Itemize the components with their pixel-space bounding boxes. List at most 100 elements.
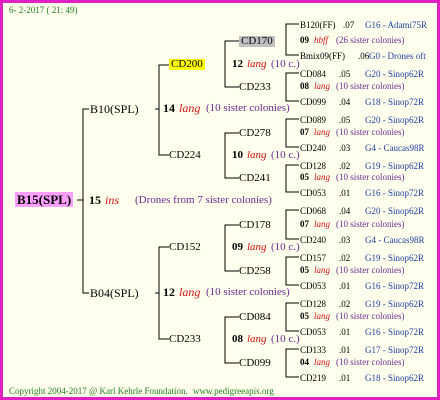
gen3-note: (10 sister colonies): [336, 265, 405, 275]
gen2-name[interactable]: CD224: [169, 150, 201, 161]
gen4-line: G16 - Sinop72R: [365, 281, 425, 291]
gen2-race: lang: [247, 241, 267, 253]
gen4-line: G16 - Sinop72R: [365, 327, 425, 337]
gen4-line: G16 - Adami75R: [365, 20, 427, 30]
gen3-note: (10 sister colonies): [336, 81, 405, 91]
gen4-name[interactable]: CD128: [300, 162, 326, 171]
gen2-note: (10 c.): [271, 241, 300, 253]
gen1-race: lang: [179, 101, 201, 115]
gen4-line: G20 - Sinop62R: [365, 206, 425, 216]
gen2-name[interactable]: CD233: [169, 334, 201, 345]
gen2-note: (10 c.): [271, 149, 300, 161]
gen4-line: G20 - Sinop62R: [365, 115, 425, 125]
gen4-name[interactable]: B120(FF): [300, 21, 336, 30]
gen3-race: hbff: [314, 35, 329, 45]
gen3-number: 04: [300, 357, 309, 367]
gen4-year: .03: [339, 235, 351, 245]
gen4-year: .05: [339, 69, 351, 79]
gen1-note: (10 sister colonies): [206, 286, 290, 298]
gen4-year: .03: [339, 143, 351, 153]
gen1-name[interactable]: B04(SPL): [90, 287, 139, 299]
gen3-note: (10 sister colonies): [336, 311, 405, 321]
gen3-race: lang: [314, 357, 331, 367]
gen4-year: .01: [339, 281, 351, 291]
gen4-line: G4 - Caucas98R: [365, 235, 425, 245]
gen2-number: 08: [232, 333, 243, 345]
gen3-name[interactable]: CD170: [239, 36, 275, 47]
footer-copyright: Copyright 2004-2017 @ Karl Kehrle Founda…: [9, 386, 188, 396]
gen3-race: lang: [314, 81, 331, 91]
gen2-number: 09: [232, 241, 243, 253]
gen4-name[interactable]: CD068: [300, 207, 326, 216]
gen3-name[interactable]: CD241: [239, 173, 271, 184]
root-note: (Drones from 7 sister colonies): [135, 194, 272, 206]
gen2-race: lang: [247, 149, 267, 161]
root-race: ins: [105, 193, 120, 207]
gen4-name[interactable]: CD128: [300, 300, 326, 309]
gen4-year: .04: [339, 206, 351, 216]
gen4-year: .02: [339, 253, 351, 263]
gen4-year: .04: [339, 97, 351, 107]
gen3-name[interactable]: CD178: [239, 220, 271, 231]
gen4-year: .01: [339, 327, 351, 337]
queen-root-name[interactable]: B15(SPL): [15, 192, 74, 207]
gen4-line: G19 - Sinop62R: [365, 253, 425, 263]
gen2-name[interactable]: CD200: [169, 59, 205, 70]
gen3-race: lang: [314, 265, 331, 275]
gen3-number: 07: [300, 127, 309, 137]
gen4-name[interactable]: CD089: [300, 116, 326, 125]
gen4-name[interactable]: Bmix09(FF): [300, 52, 345, 61]
gen2-number: 12: [232, 58, 243, 70]
gen4-year: .05: [339, 115, 351, 125]
gen3-number: 09: [300, 35, 309, 45]
gen3-name[interactable]: CD278: [239, 128, 271, 139]
gen4-line: G19 - Sinop62R: [365, 299, 425, 309]
gen4-name[interactable]: CD240: [300, 144, 326, 153]
gen3-note: (10 sister colonies): [336, 172, 405, 182]
gen4-name[interactable]: CD053: [300, 189, 326, 198]
gen3-name[interactable]: CD233: [239, 82, 271, 93]
gen1-number: 12: [163, 285, 175, 299]
gen1-number: 14: [163, 101, 175, 115]
gen4-line: G20 - Sinop62R: [365, 69, 425, 79]
gen2-race: lang: [247, 333, 267, 345]
gen4-year: .01: [339, 373, 351, 383]
gen4-name[interactable]: CD053: [300, 328, 326, 337]
gen4-line: G4 - Caucas98R: [365, 143, 425, 153]
gen3-note: (10 sister colonies): [336, 127, 405, 137]
gen1-note: (10 sister colonies): [206, 102, 290, 114]
gen4-line: G19 - Sinop62R: [365, 161, 425, 171]
gen2-note: (10 c.): [271, 58, 300, 70]
gen2-name[interactable]: CD152: [169, 242, 201, 253]
gen4-name[interactable]: CD240: [300, 236, 326, 245]
gen4-name[interactable]: CD099: [300, 98, 326, 107]
gen3-number: 07: [300, 219, 309, 229]
gen4-name[interactable]: CD219: [300, 374, 326, 383]
gen3-note: (10 sister colonies): [336, 219, 405, 229]
date-stamp: 6- 2-2017 ( 21: 49): [9, 5, 78, 15]
gen3-race: lang: [314, 127, 331, 137]
gen3-name[interactable]: CD099: [239, 358, 271, 369]
root-number: 15: [89, 193, 101, 207]
gen3-name[interactable]: CD084: [239, 312, 271, 323]
gen4-name[interactable]: CD133: [300, 346, 326, 355]
gen3-note: (26 sister colonies): [336, 35, 405, 45]
gen4-year: .07: [343, 20, 355, 30]
gen3-race: lang: [314, 172, 331, 182]
gen3-name[interactable]: CD258: [239, 266, 271, 277]
footer-url[interactable]: www.pedigreeapis.org: [193, 387, 274, 396]
gen4-name[interactable]: CD084: [300, 70, 326, 79]
pedigree-frame: 6- 2-2017 ( 21: 49) B15(SPL) 15 ins (Dro…: [0, 0, 440, 400]
gen2-note: (10 c.): [271, 333, 300, 345]
gen1-name[interactable]: B10(SPL): [90, 103, 139, 115]
gen3-note: (10 sister colonies): [336, 357, 405, 367]
gen2-race: lang: [247, 58, 267, 70]
gen3-race: lang: [314, 311, 331, 321]
gen4-name[interactable]: CD157: [300, 254, 326, 263]
gen4-name[interactable]: CD053: [300, 282, 326, 291]
gen4-line: G18 - Sinop72R: [365, 97, 425, 107]
gen3-number: 05: [300, 311, 309, 321]
gen1-race: lang: [179, 285, 201, 299]
gen4-year: .06: [358, 51, 370, 61]
gen4-line: G0 - Drones oft: [369, 51, 426, 61]
